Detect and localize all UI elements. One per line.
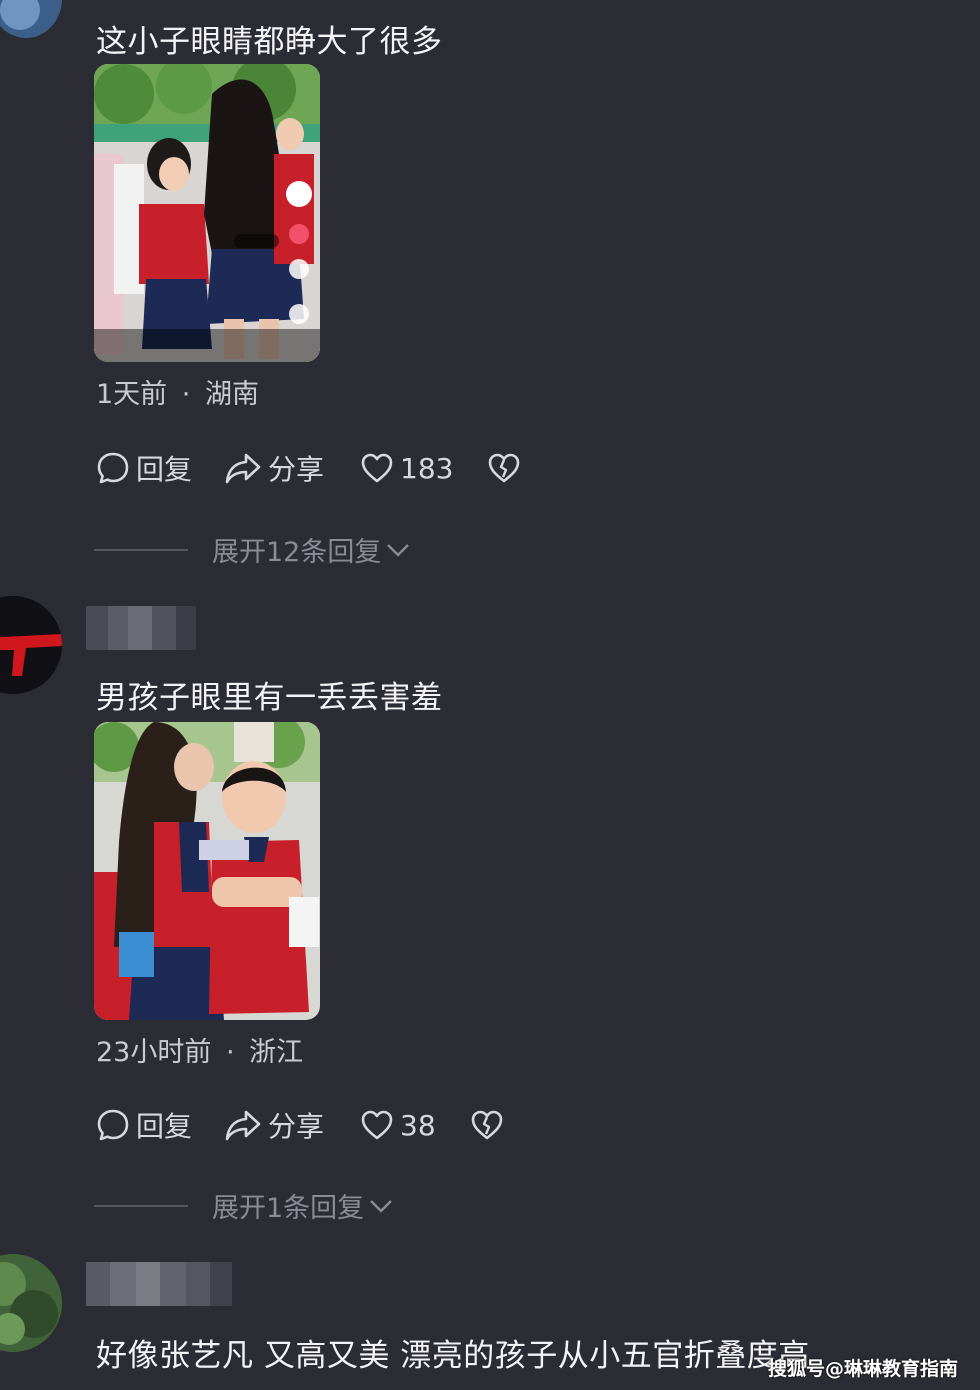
comment-meta: 23小时前 · 浙江: [96, 1030, 303, 1069]
comment-text: 男孩子眼里有一丢丢害羞: [96, 680, 443, 716]
share-arrow-icon: [225, 1110, 261, 1141]
reply-label: 回复: [136, 453, 193, 486]
divider: [94, 548, 188, 551]
reply-button[interactable]: 回复: [96, 1105, 192, 1145]
chevron-down-icon: [370, 1199, 393, 1213]
comment-meta: 1天前 · 湖南: [96, 372, 259, 411]
reply-button[interactable]: 回复: [96, 448, 192, 488]
comment-location: 浙江: [249, 1037, 304, 1068]
comment-image[interactable]: [94, 722, 320, 1020]
heart-icon: [361, 1110, 393, 1140]
heart-icon: [361, 453, 393, 483]
comment-time: 23小时前: [96, 1037, 212, 1068]
comment-bubble-icon: [97, 1109, 129, 1141]
expand-replies-label: 展开1条回复: [212, 1193, 365, 1224]
reply-label: 回复: [136, 1110, 193, 1143]
dislike-button[interactable]: [470, 1109, 504, 1141]
meta-separator: ·: [225, 1037, 235, 1068]
username-blurred[interactable]: [86, 606, 196, 650]
comment-text: 这小子眼睛都睁大了很多: [96, 24, 443, 60]
comment-text: 好像张艺凡 又高又美 漂亮的孩子从小五官折叠度高: [96, 1338, 810, 1374]
dislike-button[interactable]: [487, 452, 521, 484]
share-arrow-icon: [225, 453, 261, 484]
chevron-down-icon: [387, 543, 410, 557]
like-button[interactable]: 38: [360, 1109, 436, 1142]
username-blurred[interactable]: [86, 1262, 232, 1306]
broken-heart-icon: [471, 1110, 502, 1140]
comment-bubble-icon: [97, 452, 129, 484]
comment-location: 湖南: [204, 379, 259, 410]
share-button[interactable]: 分享: [224, 1105, 324, 1145]
expand-replies-label: 展开12条回复: [212, 537, 382, 568]
expand-replies-button[interactable]: 展开12条回复: [94, 530, 411, 569]
share-button[interactable]: 分享: [224, 448, 324, 488]
share-label: 分享: [268, 1110, 325, 1143]
broken-heart-icon: [489, 453, 520, 483]
watermark: 搜狐号@琳琳教育指南: [767, 1358, 958, 1380]
avatar-image: [0, 1254, 62, 1352]
expand-replies-button[interactable]: 展开1条回复: [94, 1186, 394, 1225]
divider: [94, 1204, 188, 1207]
like-count: 38: [400, 1108, 436, 1142]
like-button[interactable]: 183: [360, 452, 453, 485]
like-count: 183: [400, 451, 454, 485]
comment-time: 1天前: [96, 379, 168, 410]
avatar[interactable]: [0, 1254, 62, 1352]
avatar[interactable]: [0, 596, 62, 694]
photo-boy-smiling: [94, 722, 320, 1020]
avatar[interactable]: [0, 0, 62, 38]
comment-image[interactable]: [94, 64, 320, 362]
photo-girl-long-hair: [94, 64, 320, 362]
share-label: 分享: [268, 453, 325, 486]
avatar-image: [0, 596, 62, 694]
meta-separator: ·: [181, 379, 191, 410]
